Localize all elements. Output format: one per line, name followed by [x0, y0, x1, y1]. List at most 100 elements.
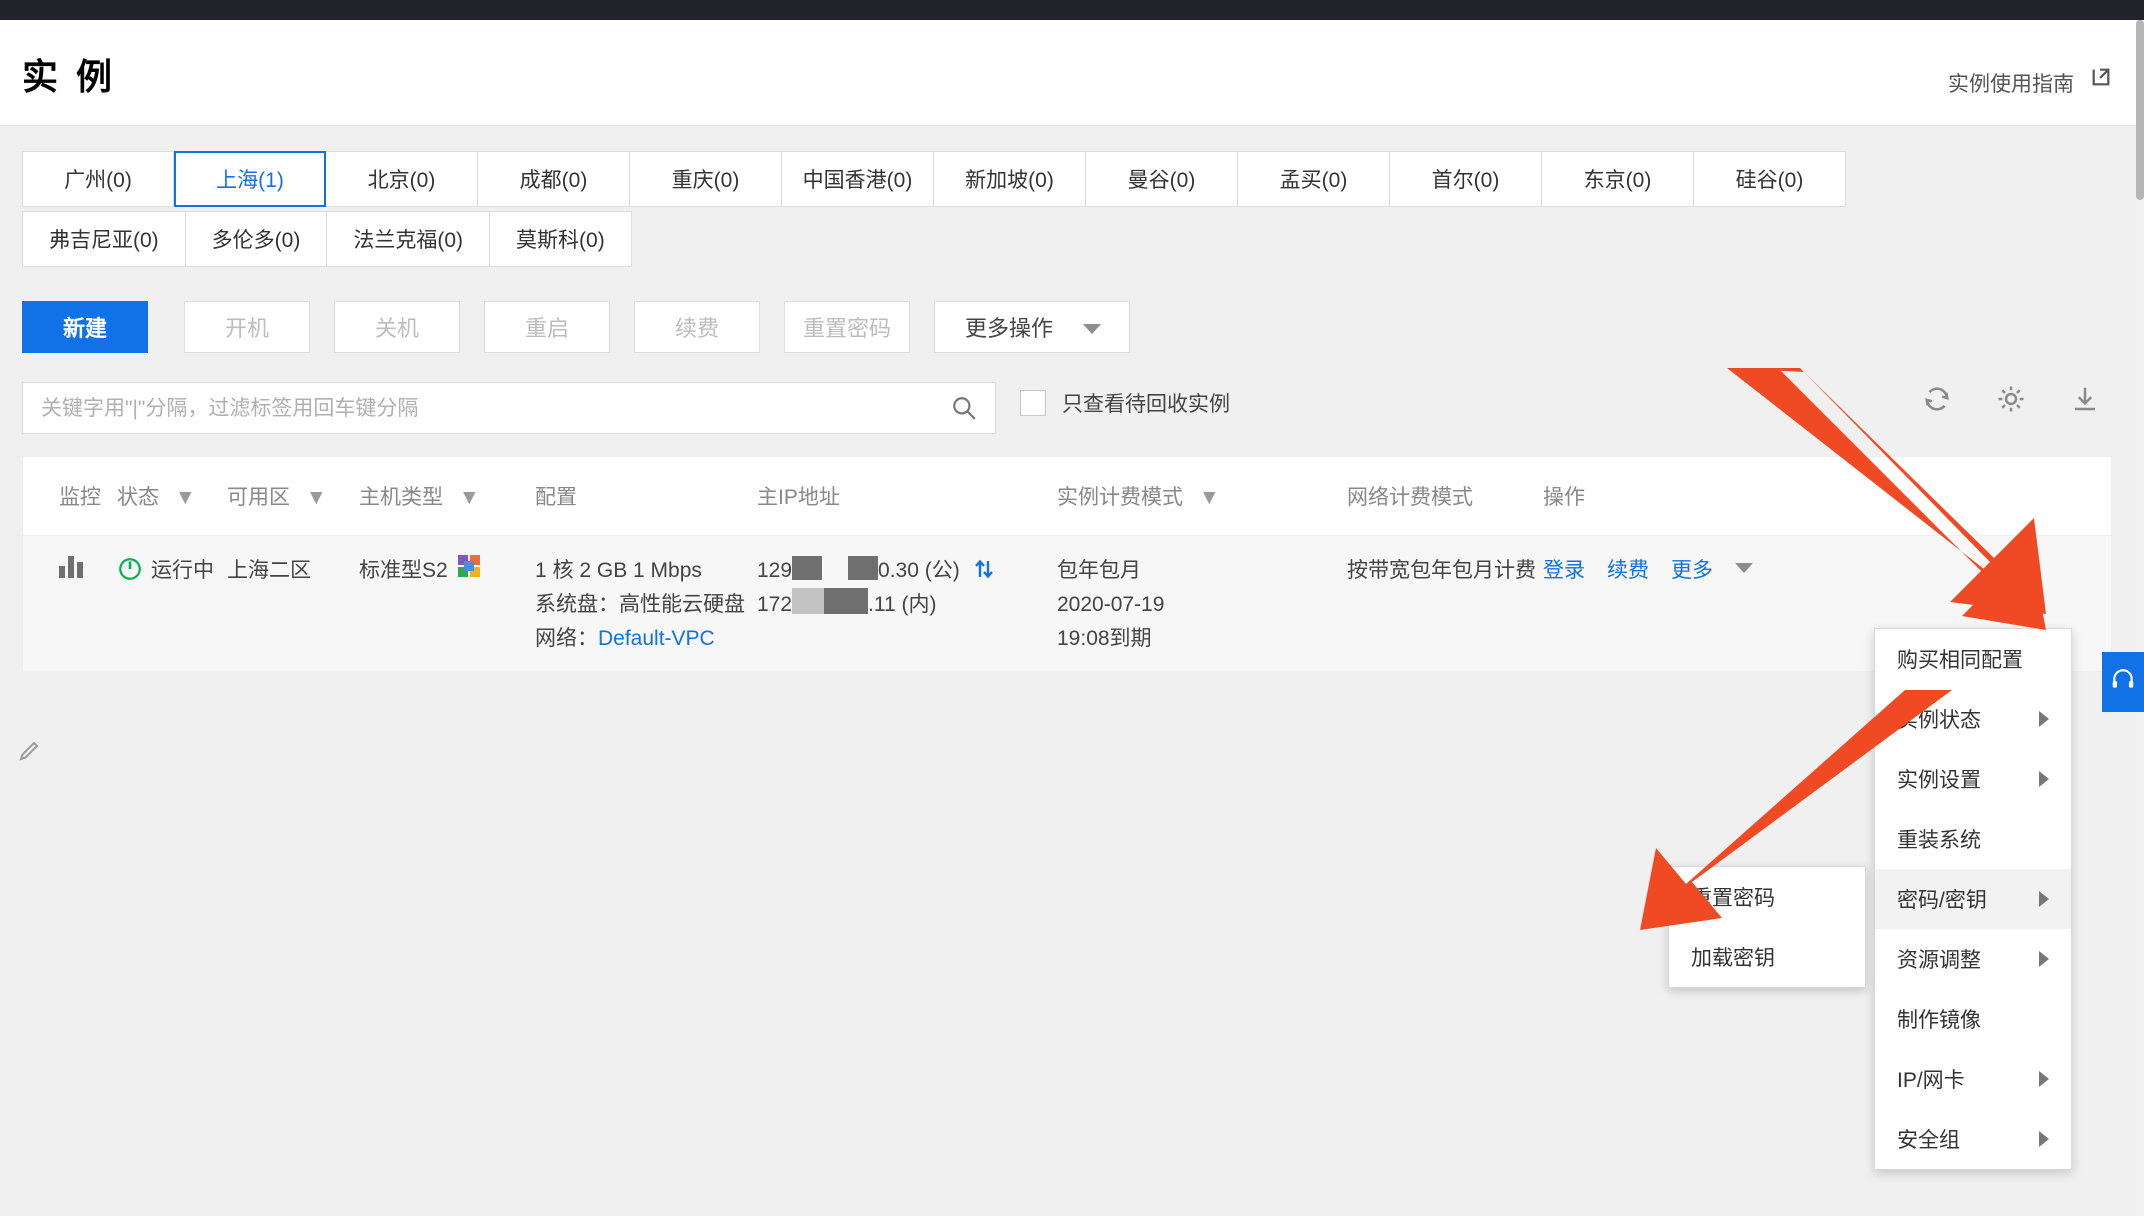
more-dropdown-menu: 购买相同配置 实例状态 实例设置 重装系统 密码/密钥 资源调整 制作镜像 IP… [1874, 628, 2072, 1170]
instance-family-badge-icon [458, 555, 484, 581]
cell-monitor[interactable] [23, 554, 117, 671]
gear-icon[interactable] [1996, 384, 2026, 414]
more-actions-button[interactable]: 更多操作 [934, 301, 1130, 353]
menu-item-purchase-same-config[interactable]: 购买相同配置 [1875, 629, 2071, 689]
search-box[interactable] [22, 382, 996, 434]
config-disk-label: 系统盘： [535, 593, 619, 616]
region-tab-bangkok[interactable]: 曼谷(0) [1086, 151, 1238, 207]
login-link[interactable]: 登录 [1543, 559, 1585, 582]
refresh-icon[interactable] [1922, 384, 1952, 414]
power-on-icon [117, 556, 143, 582]
config-spec: 1 核 2 GB 1 Mbps [535, 554, 757, 588]
submenu-item-load-key[interactable]: 加载密钥 [1669, 927, 1865, 987]
region-tab-shanghai[interactable]: 上海(1) [174, 151, 326, 207]
redaction-block [792, 556, 822, 580]
cell-zone: 上海二区 [227, 554, 359, 671]
filter-icon[interactable]: ▼ [306, 486, 327, 510]
column-header-instance-billing: 实例计费模式 ▼ [1057, 481, 1347, 511]
region-tab-chongqing[interactable]: 重庆(0) [630, 151, 782, 207]
region-tab-toronto[interactable]: 多伦多(0) [186, 211, 328, 267]
support-button[interactable] [2102, 652, 2144, 712]
search-input[interactable] [39, 383, 943, 435]
region-tab-moscow[interactable]: 莫斯科(0) [490, 211, 632, 267]
menu-item-reinstall-system[interactable]: 重装系统 [1875, 809, 2071, 869]
region-tab-virginia[interactable]: 弗吉尼亚(0) [22, 211, 186, 267]
submenu-item-label: 重置密码 [1691, 882, 1775, 912]
menu-item-instance-settings[interactable]: 实例设置 [1875, 749, 2071, 809]
external-link-icon[interactable] [2090, 66, 2112, 88]
config-disk: 系统盘：高性能云硬盘 [535, 588, 757, 622]
submenu-item-label: 加载密钥 [1691, 942, 1775, 972]
cell-main-ip: 1290.30 (公) 172.11 (内) [757, 554, 1057, 671]
filter-icon[interactable]: ▼ [1199, 486, 1220, 510]
redaction-block [792, 588, 824, 614]
menu-item-label: 实例设置 [1897, 764, 1981, 794]
menu-item-password-key[interactable]: 密码/密钥 [1875, 869, 2071, 929]
reset-password-button[interactable]: 重置密码 [784, 301, 910, 353]
menu-item-resource-adjust[interactable]: 资源调整 [1875, 929, 2071, 989]
restart-button[interactable]: 重启 [484, 301, 610, 353]
menu-item-label: 安全组 [1897, 1124, 1960, 1154]
region-tab-hongkong[interactable]: 中国香港(0) [782, 151, 934, 207]
edit-pencil-icon[interactable] [18, 738, 42, 762]
region-tab-mumbai[interactable]: 孟买(0) [1238, 151, 1390, 207]
region-tab-seoul[interactable]: 首尔(0) [1390, 151, 1542, 207]
menu-item-security-group[interactable]: 安全组 [1875, 1109, 2071, 1169]
region-tab-siliconvalley[interactable]: 硅谷(0) [1694, 151, 1846, 207]
recycle-only-checkbox[interactable]: 只查看待回收实例 [1020, 388, 1230, 418]
download-icon[interactable] [2070, 384, 2100, 414]
chevron-down-icon [1083, 324, 1101, 334]
public-ip-suffix: 0.30 (公) [878, 559, 960, 582]
chevron-right-icon [2039, 891, 2049, 907]
redaction-block [848, 556, 878, 580]
column-header-status: 状态 ▼ [117, 481, 227, 511]
power-off-button[interactable]: 关机 [334, 301, 460, 353]
chevron-down-icon[interactable] [1735, 563, 1753, 573]
renew-link[interactable]: 续费 [1607, 559, 1649, 582]
create-button[interactable]: 新建 [22, 301, 148, 353]
search-icon[interactable] [951, 395, 977, 421]
chevron-right-icon [2039, 1131, 2049, 1147]
menu-item-label: IP/网卡 [1897, 1064, 1965, 1094]
private-ip-prefix: 172 [757, 593, 792, 616]
column-header-network-billing: 网络计费模式 [1347, 481, 1543, 511]
menu-item-ip-nic[interactable]: IP/网卡 [1875, 1049, 2071, 1109]
browser-top-bar [0, 0, 2144, 20]
menu-item-create-image[interactable]: 制作镜像 [1875, 989, 2071, 1049]
private-ip-suffix: .11 (内) [868, 593, 936, 616]
region-tab-row-1: 广州(0) 上海(1) 北京(0) 成都(0) 重庆(0) 中国香港(0) 新加… [22, 151, 2122, 207]
submenu-item-reset-password[interactable]: 重置密码 [1669, 867, 1865, 927]
checkbox-box[interactable] [1020, 390, 1046, 416]
cell-instance-billing: 包年包月 2020-07-19 19:08到期 [1057, 554, 1347, 671]
bar-chart-icon[interactable] [59, 554, 85, 578]
filter-icon[interactable]: ▼ [459, 486, 480, 510]
column-header-operations: 操作 [1543, 481, 2111, 511]
region-tab-tokyo[interactable]: 东京(0) [1542, 151, 1694, 207]
chevron-right-icon [2039, 1071, 2049, 1087]
menu-item-label: 制作镜像 [1897, 1004, 1981, 1034]
region-tab-frankfurt[interactable]: 法兰克福(0) [327, 211, 490, 267]
menu-item-label: 重装系统 [1897, 824, 1981, 854]
region-tab-beijing[interactable]: 北京(0) [326, 151, 478, 207]
host-type-text: 标准型S2 [359, 559, 448, 582]
page-header: 实 例 实例使用指南 [0, 20, 2144, 126]
power-on-button[interactable]: 开机 [184, 301, 310, 353]
region-tab-singapore[interactable]: 新加坡(0) [934, 151, 1086, 207]
page-scrollbar[interactable] [2136, 20, 2144, 1216]
guide-link[interactable]: 实例使用指南 [1948, 68, 2074, 98]
column-header-main-ip: 主IP地址 [757, 481, 1057, 511]
more-link[interactable]: 更多 [1671, 559, 1713, 582]
instance-billing-mode: 包年包月 [1057, 554, 1347, 588]
scrollbar-thumb[interactable] [2136, 20, 2144, 200]
region-tab-chengdu[interactable]: 成都(0) [478, 151, 630, 207]
chevron-right-icon [2039, 771, 2049, 787]
headset-icon [2110, 667, 2136, 698]
status-text: 运行中 [151, 559, 214, 582]
renew-button[interactable]: 续费 [634, 301, 760, 353]
menu-item-instance-status[interactable]: 实例状态 [1875, 689, 2071, 749]
region-tab-guangzhou[interactable]: 广州(0) [22, 151, 174, 207]
column-header-instance-billing-label: 实例计费模式 [1057, 486, 1183, 509]
vpc-link[interactable]: Default-VPC [598, 627, 715, 650]
swap-ip-icon[interactable] [972, 557, 996, 581]
filter-icon[interactable]: ▼ [175, 486, 196, 510]
